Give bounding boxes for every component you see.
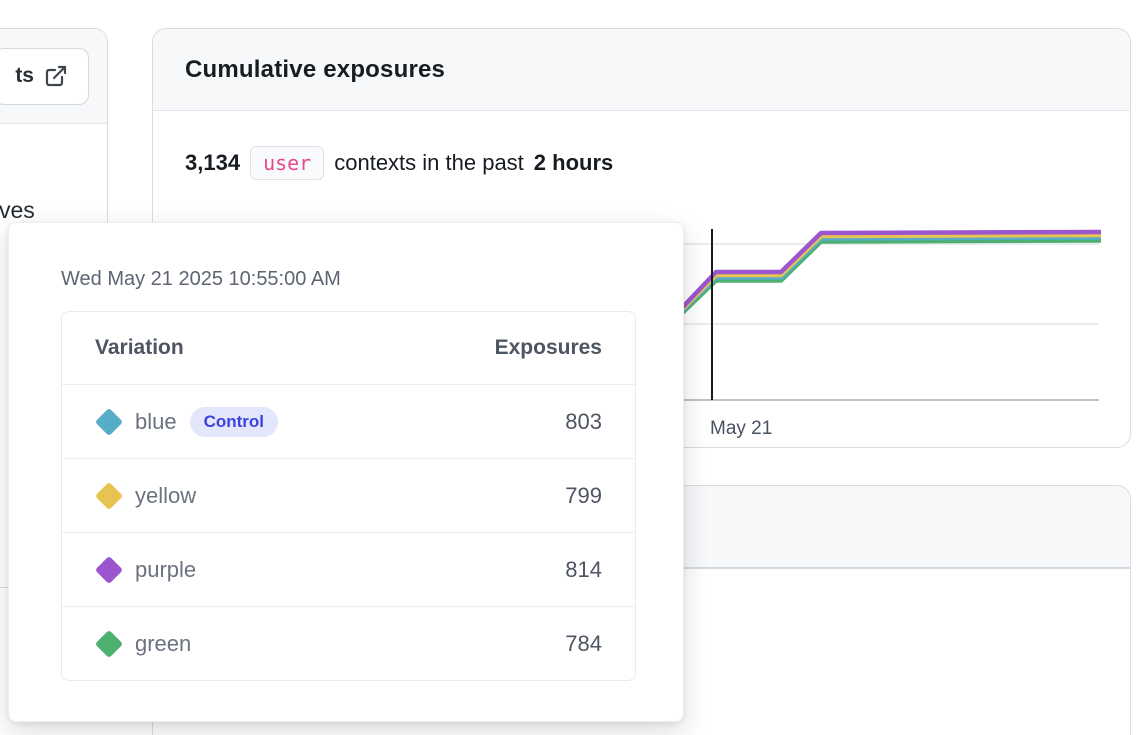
variation-row-blue: blue Control 803 [62,384,635,458]
variation-color-diamond [95,407,123,435]
summary-middle-text: contexts in the past [334,150,524,176]
control-badge: Control [190,407,278,437]
variation-row-green: green 784 [62,606,635,680]
left-panel-text-fragment: ves [0,197,35,224]
series-line-blue [655,238,1101,339]
variation-name: blue [135,409,177,435]
variation-name: yellow [135,483,196,509]
exposures-value: 803 [565,409,602,435]
open-external-button[interactable]: ts [0,48,89,105]
exposure-count: 3,134 [185,150,240,176]
exposures-value: 784 [565,631,602,657]
open-button-label: ts [15,64,34,88]
tooltip-table-header: Variation Exposures [62,312,635,384]
left-panel-header: ts [0,29,107,124]
exposures-card-header: Cumulative exposures [153,29,1130,111]
chart-tooltip: Wed May 21 2025 10:55:00 AM Variation Ex… [8,222,684,722]
variation-color-diamond [95,481,123,509]
exposures-value: 799 [565,483,602,509]
tooltip-variations-table: Variation Exposures blue Control 803 yel… [61,311,636,681]
external-link-icon [44,64,68,88]
variation-row-purple: purple 814 [62,532,635,606]
variation-row-yellow: yellow 799 [62,458,635,532]
exposures-value: 814 [565,557,602,583]
context-kind-chip[interactable]: user [250,146,324,180]
variation-name: purple [135,557,196,583]
x-axis-tick-label: May 21 [710,418,772,439]
column-header-exposures: Exposures [495,336,602,360]
tooltip-timestamp: Wed May 21 2025 10:55:00 AM [61,268,341,291]
series-line-green [653,241,1101,342]
variation-name: green [135,631,191,657]
summary-time-range: 2 hours [534,150,613,176]
exposures-summary: 3,134 user contexts in the past 2 hours [185,141,613,185]
column-header-variation: Variation [95,336,184,360]
card-title: Cumulative exposures [185,56,445,84]
variation-color-diamond [95,555,123,583]
page: ts ves Cumulative exposures 3,134 user c… [0,0,1142,735]
series-line-yellow [657,235,1101,335]
variation-color-diamond [95,629,123,657]
